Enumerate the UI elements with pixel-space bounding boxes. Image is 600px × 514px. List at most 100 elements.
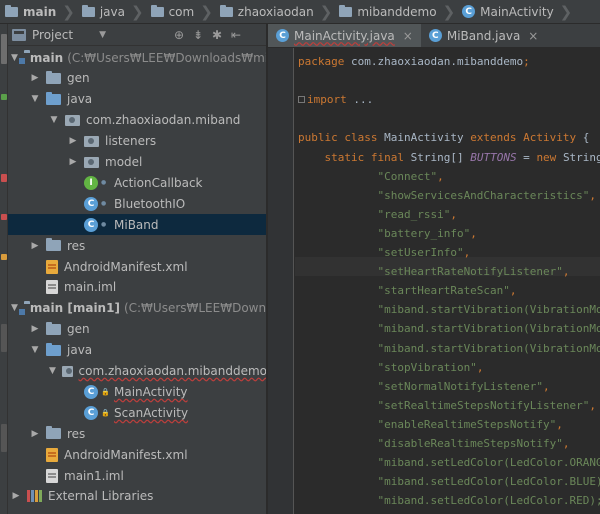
breadcrumb-item[interactable]: zhaoxiaodan [215, 0, 318, 23]
code-line: static final String[] BUTTONS = new Stri… [298, 148, 600, 167]
breadcrumb-item[interactable]: java [77, 0, 129, 23]
tool-tab-marker[interactable] [1, 254, 7, 260]
tool-tab-marker[interactable] [1, 94, 7, 100]
tree-item-label: MiBand [114, 217, 159, 232]
code-line: public class MainActivity extends Activi… [298, 128, 589, 147]
editor-tab[interactable]: C MainActivity.java × [268, 24, 421, 47]
class-icon: C [84, 196, 98, 211]
code-token: "read_rssi" [298, 207, 451, 221]
tree-item-label: java [67, 343, 93, 358]
tree-item[interactable]: ▼ main [main1](C:₩Users₩LEE₩Downloads [8, 298, 267, 319]
tool-tab-marker[interactable] [1, 174, 7, 182]
tree-item[interactable]: AndroidManifest.xml [8, 256, 266, 277]
expand-right-icon[interactable]: ▶ [30, 324, 40, 334]
expand-right-icon[interactable]: ▶ [68, 136, 78, 146]
expand-down-icon[interactable]: ▼ [11, 303, 18, 313]
code-token: "miband.startVibration(VibrationMode.VI [377, 322, 600, 336]
tree-item[interactable]: ▶ listeners [8, 131, 266, 152]
expand-right-icon [30, 471, 40, 481]
code-line: "miband.setLedColor(LedColor.BLUE);", [298, 472, 600, 491]
tree-item[interactable]: C ● MiBand [8, 214, 266, 236]
package-icon [150, 4, 164, 17]
expand-right-icon[interactable]: ▶ [30, 429, 40, 439]
breadcrumb-item[interactable]: C MainActivity [457, 0, 558, 23]
code-editor[interactable]: package com.zhaoxiaodan.mibanddemo; impor… [268, 48, 600, 514]
code-token: Activity [523, 131, 583, 145]
code-line: "read_rssi", [298, 205, 456, 224]
class-icon: C [84, 217, 98, 232]
code-line: "miband.setLedColor(LedColor.ORANGE);", [298, 453, 600, 472]
tree-item[interactable]: C 🔒 ScanActivity [8, 402, 266, 423]
tree-item[interactable]: C 🔒 MainActivity [8, 381, 266, 402]
tree-item-label: java [67, 92, 93, 107]
expand-right-icon[interactable]: ▶ [68, 157, 78, 167]
code-token: "miband.setLedColor(LedColor.BLUE);" [298, 475, 600, 489]
expand-down-icon[interactable]: ▼ [49, 115, 59, 125]
tree-item[interactable]: I ● ActionCallback [8, 172, 266, 193]
tree-item[interactable]: AndroidManifest.xml [8, 444, 266, 465]
tree-item-label: model [105, 155, 143, 169]
tool-tab-marker[interactable] [1, 324, 7, 352]
code-token: public class [298, 131, 385, 145]
tree-item[interactable]: ▶ gen [8, 68, 266, 89]
code-token: "miband.startVibration(VibrationMode.VI [377, 303, 600, 317]
code-token: "setRealtimeStepsNotifyListener" [298, 398, 590, 412]
code-line: "miband.startVibration(VibrationMode.VI [298, 319, 600, 338]
breadcrumb-item[interactable]: main [0, 0, 60, 23]
editor-tab-label: MiBand.java [446, 28, 521, 43]
package-icon [65, 114, 80, 126]
code-line: "Connect", [298, 167, 443, 186]
project-tool-tab[interactable] [1, 34, 7, 64]
editor-tab[interactable]: C MiBand.java × [421, 24, 547, 47]
tree-item[interactable]: ▼ java [8, 89, 266, 110]
expand-down-icon[interactable]: ▼ [30, 94, 40, 104]
tree-item[interactable]: main1.iml [8, 465, 266, 486]
code-line: "battery_info", [298, 224, 476, 243]
access-icon: ● [101, 221, 107, 229]
tree-item[interactable]: ▶ External Libraries [8, 486, 266, 507]
tree-item[interactable]: ▼ java [8, 340, 266, 361]
expand-right-icon[interactable]: ▶ [30, 241, 40, 251]
breadcrumb-separator: ❯ [559, 2, 573, 21]
project-view-dropdown[interactable]: Project ▼ [12, 28, 162, 42]
tree-item[interactable]: main.iml [8, 277, 266, 298]
class-icon: C [276, 29, 289, 42]
code-line: "miband.startVibration(VibrationMode.VI [298, 300, 600, 319]
tree-item[interactable]: ▶ res [8, 423, 266, 444]
tree-item[interactable]: C ● BluetoothIO [8, 193, 266, 214]
expand-right-icon[interactable]: ▶ [11, 491, 21, 501]
gear-icon[interactable]: ✱ [210, 28, 224, 42]
hide-icon[interactable]: ⇤ [229, 28, 243, 42]
tree-item[interactable]: ▼ com.zhaoxiaodan.miband [8, 110, 266, 131]
code-token: String[]{ [562, 150, 600, 164]
tree-item-label: res [67, 238, 86, 253]
tree-item-label: listeners [105, 134, 157, 149]
expand-down-icon[interactable]: ▼ [11, 53, 18, 63]
collapse-icon[interactable]: ⇟ [191, 28, 205, 42]
close-icon[interactable]: × [403, 29, 413, 43]
left-tool-strip [0, 24, 8, 514]
package-icon [62, 365, 73, 377]
expand-down-icon[interactable]: ▼ [30, 345, 40, 355]
sync-icon[interactable]: ⊕ [172, 28, 186, 42]
fold-expand-icon[interactable] [298, 96, 305, 104]
code-token: = [516, 150, 537, 164]
code-token: "setNormalNotifyListener" [298, 379, 544, 393]
breadcrumb-item[interactable]: mibanddemo [334, 0, 440, 23]
tree-item-label: External Libraries [48, 489, 154, 504]
tree-item-path: (C:₩Users₩LEE₩Downloads [123, 301, 267, 316]
tree-item[interactable]: ▶ model [8, 152, 266, 173]
tree-item[interactable]: ▶ gen [8, 319, 266, 340]
source-folder-icon [46, 91, 61, 105]
tool-tab-marker[interactable] [1, 424, 7, 452]
tree-item[interactable]: ▼ main(C:₩Users₩LEE₩Downloads₩miband [8, 47, 266, 68]
close-icon[interactable]: × [528, 29, 538, 43]
folder-icon [46, 426, 61, 440]
tree-item[interactable]: ▶ res [8, 235, 266, 256]
tool-tab-marker[interactable] [1, 214, 7, 220]
expand-right-icon[interactable]: ▶ [30, 73, 40, 83]
breadcrumb-label: mibanddemo [357, 4, 437, 19]
breadcrumb-item[interactable]: com [146, 0, 199, 23]
tree-item[interactable]: ▼ com.zhaoxiaodan.mibanddemo [8, 361, 266, 382]
expand-down-icon[interactable]: ▼ [49, 366, 56, 376]
